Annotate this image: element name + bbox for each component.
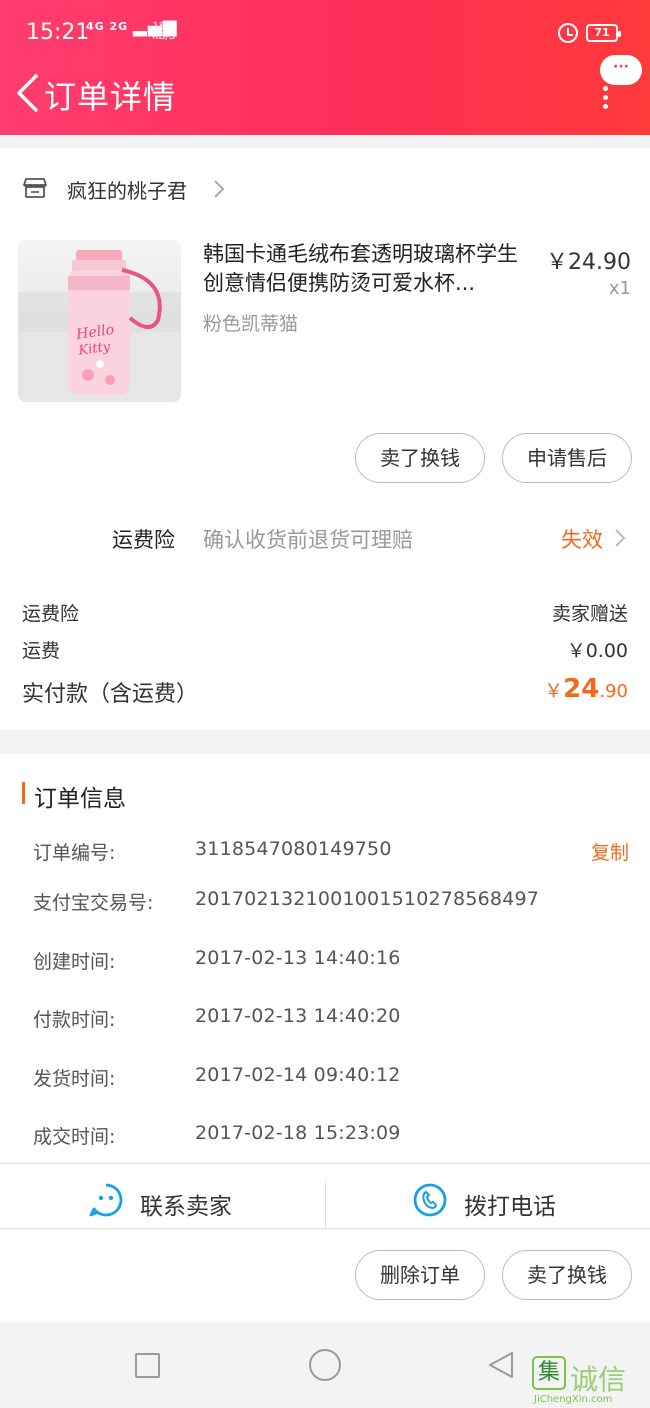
shipping-insurance-row[interactable]: 运费险 确认收货前退货可理赔 失效 (0, 522, 650, 558)
info-label: 付款时间: (33, 1009, 116, 1031)
fee-label: 运费险 (22, 603, 80, 625)
order-item-card: 疯狂的桃子君 Hello Kitty 韩国卡通毛绒布套透明玻璃杯学生创意情侣便携… (0, 148, 650, 730)
fee-row: 运费险 卖家赠送 (22, 599, 628, 629)
battery-icon: 71 (586, 24, 621, 42)
watermark-logo: 集 (532, 1356, 566, 1390)
info-label: 订单编号: (33, 842, 116, 864)
bottom-action-bar: 删除订单 卖了换钱 (0, 1230, 650, 1322)
recent-apps-icon[interactable] (135, 1353, 160, 1378)
call-phone-label: 拨打电话 (464, 1194, 556, 1220)
section-title: 订单信息 (34, 786, 126, 812)
back-arrow-icon[interactable] (14, 73, 42, 113)
home-icon[interactable] (309, 1349, 341, 1381)
divider (325, 1182, 326, 1230)
heading-accent-bar (22, 782, 25, 804)
info-value: 2017-02-18 15:23:09 (195, 1122, 401, 1144)
insurance-description: 确认收货前退货可理赔 (203, 528, 413, 552)
product-thumbnail[interactable]: Hello Kitty (18, 240, 181, 402)
sell-for-cash-button[interactable]: 卖了换钱 (355, 433, 485, 483)
alipay-number-row: 支付宝交易号: 2017021321001001510278568497 (33, 888, 629, 918)
phone-icon (413, 1183, 447, 1217)
order-number-row: 订单编号: 3118547080149750 复制 (33, 838, 629, 868)
fee-row: 运费 ￥0.00 (22, 636, 628, 666)
chat-face-icon (89, 1183, 123, 1217)
network-type: 4G 2G (86, 20, 129, 33)
network-speed: 18.0 KB/S (152, 22, 175, 42)
apply-after-sale-button[interactable]: 申请售后 (502, 433, 632, 483)
insurance-status: 失效 (561, 528, 603, 552)
copy-button[interactable]: 复制 (591, 838, 629, 865)
total-decimal: .90 (599, 681, 628, 702)
store-icon (23, 178, 47, 198)
watermark-text: 诚信 (570, 1363, 627, 1396)
info-value: 2017-02-13 14:40:20 (195, 1005, 401, 1027)
fee-value: ￥0.00 (566, 640, 628, 662)
total-paid-row: 实付款（含运费） ￥24.90 (22, 674, 628, 710)
total-integer: 24 (563, 674, 600, 704)
order-info-card: 订单信息 订单编号: 3118547080149750 复制 支付宝交易号: 2… (0, 754, 650, 1162)
product-variant: 粉色凯蒂猫 (203, 313, 299, 335)
delete-order-button[interactable]: 删除订单 (355, 1250, 485, 1300)
chevron-right-icon (214, 180, 225, 198)
watermark-url: JiChengXin.com (534, 1394, 613, 1405)
fee-label: 运费 (22, 640, 61, 662)
status-bar: 15:21 4G 2G ▂▄▆ 18.0 KB/S 71 (0, 0, 650, 66)
alarm-icon (558, 23, 578, 43)
completed-time-row: 成交时间: 2017-02-18 15:23:09 (33, 1122, 629, 1152)
more-vertical-icon[interactable] (603, 86, 609, 110)
total-amount: ￥24.90 (544, 674, 628, 704)
product-price: ￥24.90 (546, 250, 631, 275)
info-value: 2017021321001001510278568497 (195, 888, 540, 910)
speed-unit: KB/S (152, 31, 176, 42)
info-value: 2017-02-14 09:40:12 (195, 1064, 401, 1086)
contact-seller-label: 联系卖家 (140, 1194, 232, 1220)
fee-value: 卖家赠送 (551, 603, 628, 625)
page-title: 订单详情 (44, 78, 177, 116)
product-title[interactable]: 韩国卡通毛绒布套透明玻璃杯学生创意情侣便携防烫可爱水杯... (203, 240, 533, 298)
watermark: 集 诚信 JiChengXin.com (532, 1356, 648, 1408)
info-value: 2017-02-13 14:40:16 (195, 947, 401, 969)
total-label: 实付款（含运费） (22, 682, 199, 707)
info-label: 成交时间: (33, 1126, 116, 1148)
product-quantity: x1 (608, 278, 631, 299)
info-label: 发货时间: (33, 1068, 116, 1090)
info-label: 创建时间: (33, 951, 116, 973)
insurance-label: 运费险 (112, 528, 175, 552)
total-currency: ￥ (544, 680, 564, 702)
sell-for-cash-button[interactable]: 卖了换钱 (502, 1250, 632, 1300)
shipped-time-row: 发货时间: 2017-02-14 09:40:12 (33, 1064, 629, 1094)
info-value: 3118547080149750 (195, 838, 392, 860)
app-header: 15:21 4G 2G ▂▄▆ 18.0 KB/S 71 订单详情 ··· (0, 0, 650, 135)
more-menu-button[interactable]: ··· (600, 55, 642, 85)
battery-level: 71 (594, 26, 610, 39)
paid-time-row: 付款时间: 2017-02-13 14:40:20 (33, 1005, 629, 1035)
bottle-image: Hello Kitty (18, 250, 181, 402)
contact-bar: 联系卖家 拨打电话 (0, 1163, 650, 1230)
status-time: 15:21 (26, 20, 90, 45)
shop-name: 疯狂的桃子君 (67, 179, 187, 203)
info-label: 支付宝交易号: (33, 892, 154, 914)
chevron-right-icon (615, 529, 626, 547)
created-time-row: 创建时间: 2017-02-13 14:40:16 (33, 947, 629, 977)
back-triangle-icon[interactable] (486, 1350, 516, 1380)
